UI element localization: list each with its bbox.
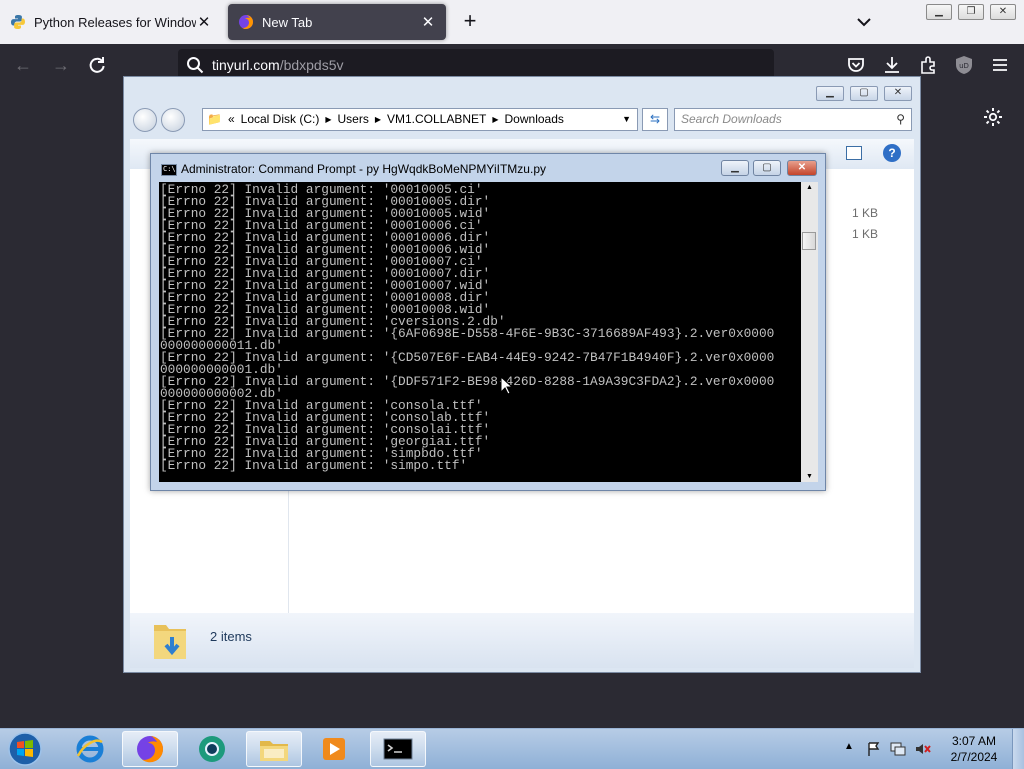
cmd-icon: C:\ <box>161 164 177 176</box>
taskbar: ▲ 3:07 AM 2/7/2024 <box>0 728 1024 769</box>
gear-icon[interactable] <box>982 106 1004 128</box>
media-player-icon <box>323 738 345 760</box>
window-title: Administrator: Command Prompt - py HgWqd… <box>181 162 546 176</box>
minimize-button[interactable]: ▁ <box>816 86 844 101</box>
breadcrumb-separator-icon[interactable]: ▶ <box>492 109 498 130</box>
back-icon[interactable]: ← <box>12 54 34 76</box>
breadcrumb-item[interactable]: Downloads <box>505 109 564 130</box>
extensions-icon[interactable] <box>918 55 938 75</box>
reload-icon[interactable] <box>86 54 108 76</box>
breadcrumb-item[interactable]: Local Disk (C:) <box>241 109 320 130</box>
tab-close-icon[interactable]: ✕ <box>196 13 212 31</box>
command-prompt-icon <box>383 738 413 760</box>
scrollbar-thumb[interactable] <box>802 232 816 250</box>
tab-python-releases[interactable]: Python Releases for Windows | ✕ <box>0 4 222 40</box>
url-host: tinyurl.com <box>212 57 280 73</box>
close-button[interactable]: ✕ <box>990 4 1016 20</box>
system-clock[interactable]: 3:07 AM 2/7/2024 <box>944 733 1004 765</box>
close-button[interactable]: ✕ <box>787 160 817 176</box>
start-button-icon[interactable] <box>6 731 44 767</box>
scroll-up-icon[interactable]: ▲ <box>801 184 818 191</box>
console-output[interactable]: [Errno 22] Invalid argument: '00010005.c… <box>159 182 801 482</box>
url-path: /bdxpds5v <box>279 57 344 73</box>
tab-title: Python Releases for Windows | <box>34 14 196 30</box>
restore-button[interactable]: ❐ <box>958 4 984 20</box>
download-icon[interactable] <box>882 55 902 75</box>
taskbar-firefox[interactable] <box>122 731 178 767</box>
search-icon: ⚲ <box>896 112 905 126</box>
command-prompt-window: C:\ Administrator: Command Prompt - py H… <box>150 153 826 491</box>
search-icon <box>187 57 204 74</box>
downloads-folder-icon <box>154 625 186 659</box>
search-placeholder: Search Downloads <box>681 112 782 126</box>
maximize-button[interactable]: ▢ <box>850 86 878 101</box>
taskbar-media-player[interactable] <box>306 731 362 767</box>
address-bar[interactable]: 📁 « Local Disk (C:) ▶ Users ▶ VM1.COLLAB… <box>202 108 638 131</box>
tab-title: New Tab <box>262 14 313 30</box>
taskbar-file-explorer[interactable] <box>246 731 302 767</box>
python-icon <box>11 15 25 29</box>
preview-pane-icon[interactable] <box>846 146 862 160</box>
breadcrumb-item[interactable]: VM1.COLLABNET <box>387 109 486 130</box>
tab-new-tab[interactable]: New Tab ✕ <box>228 4 446 40</box>
breadcrumb-separator-icon[interactable]: ▶ <box>325 109 331 130</box>
taskbar-internet-explorer[interactable] <box>62 731 118 767</box>
back-button[interactable] <box>133 108 157 132</box>
file-size: 1 KB <box>851 227 878 241</box>
volume-muted-icon[interactable] <box>914 741 932 757</box>
chevron-down-icon[interactable] <box>852 12 876 32</box>
clock-time: 3:07 AM <box>951 734 997 748</box>
network-icon[interactable] <box>890 741 906 757</box>
breadcrumb-separator-icon[interactable]: ▶ <box>375 109 381 130</box>
tab-close-icon[interactable]: ✕ <box>420 13 436 31</box>
folder-icon: 📁 <box>207 112 222 126</box>
clock-date: 2/7/2024 <box>950 750 998 764</box>
console-text: [Errno 22] Invalid argument: '00010005.c… <box>160 182 775 482</box>
minimize-button[interactable]: ▁ <box>926 4 952 20</box>
show-desktop-button[interactable] <box>1012 729 1024 769</box>
flag-icon[interactable] <box>866 741 882 757</box>
search-input[interactable]: Search Downloads ⚲ <box>674 108 912 131</box>
chrome-style-icon <box>199 736 225 762</box>
refresh-icon[interactable]: ⇆ <box>642 108 668 131</box>
scrollbar[interactable]: ▲ ▼ <box>801 182 818 482</box>
forward-icon[interactable]: → <box>50 54 72 76</box>
svg-text:uD: uD <box>959 62 969 70</box>
scroll-down-icon[interactable]: ▼ <box>801 473 818 480</box>
firefox-icon <box>137 736 164 763</box>
new-tab-button[interactable]: + <box>458 10 482 34</box>
ublock-shield-icon[interactable]: uD <box>954 55 974 75</box>
browser-tab-bar: Python Releases for Windows | ✕ New Tab … <box>0 0 1024 44</box>
taskbar-app[interactable] <box>184 731 240 767</box>
address-dropdown-icon[interactable]: ▼ <box>622 109 631 130</box>
breadcrumb-overflow[interactable]: « <box>228 109 235 130</box>
file-explorer-icon <box>260 741 288 761</box>
internet-explorer-icon <box>76 735 104 763</box>
breadcrumb-item[interactable]: Users <box>337 109 368 130</box>
file-size: 1 KB <box>851 206 878 220</box>
mouse-cursor-icon <box>500 376 514 395</box>
menu-icon[interactable] <box>990 55 1010 75</box>
close-button[interactable]: ✕ <box>884 86 912 101</box>
firefox-icon <box>239 15 253 29</box>
minimize-button[interactable]: ▁ <box>721 160 749 176</box>
maximize-button[interactable]: ▢ <box>753 160 781 176</box>
details-pane: 2 items <box>130 613 914 668</box>
show-hidden-icons-icon[interactable]: ▲ <box>844 741 854 752</box>
taskbar-command-prompt[interactable] <box>370 731 426 767</box>
help-icon[interactable]: ? <box>883 144 901 162</box>
pocket-icon[interactable] <box>846 55 866 75</box>
items-count: 2 items <box>210 629 252 644</box>
forward-button[interactable] <box>161 108 185 132</box>
